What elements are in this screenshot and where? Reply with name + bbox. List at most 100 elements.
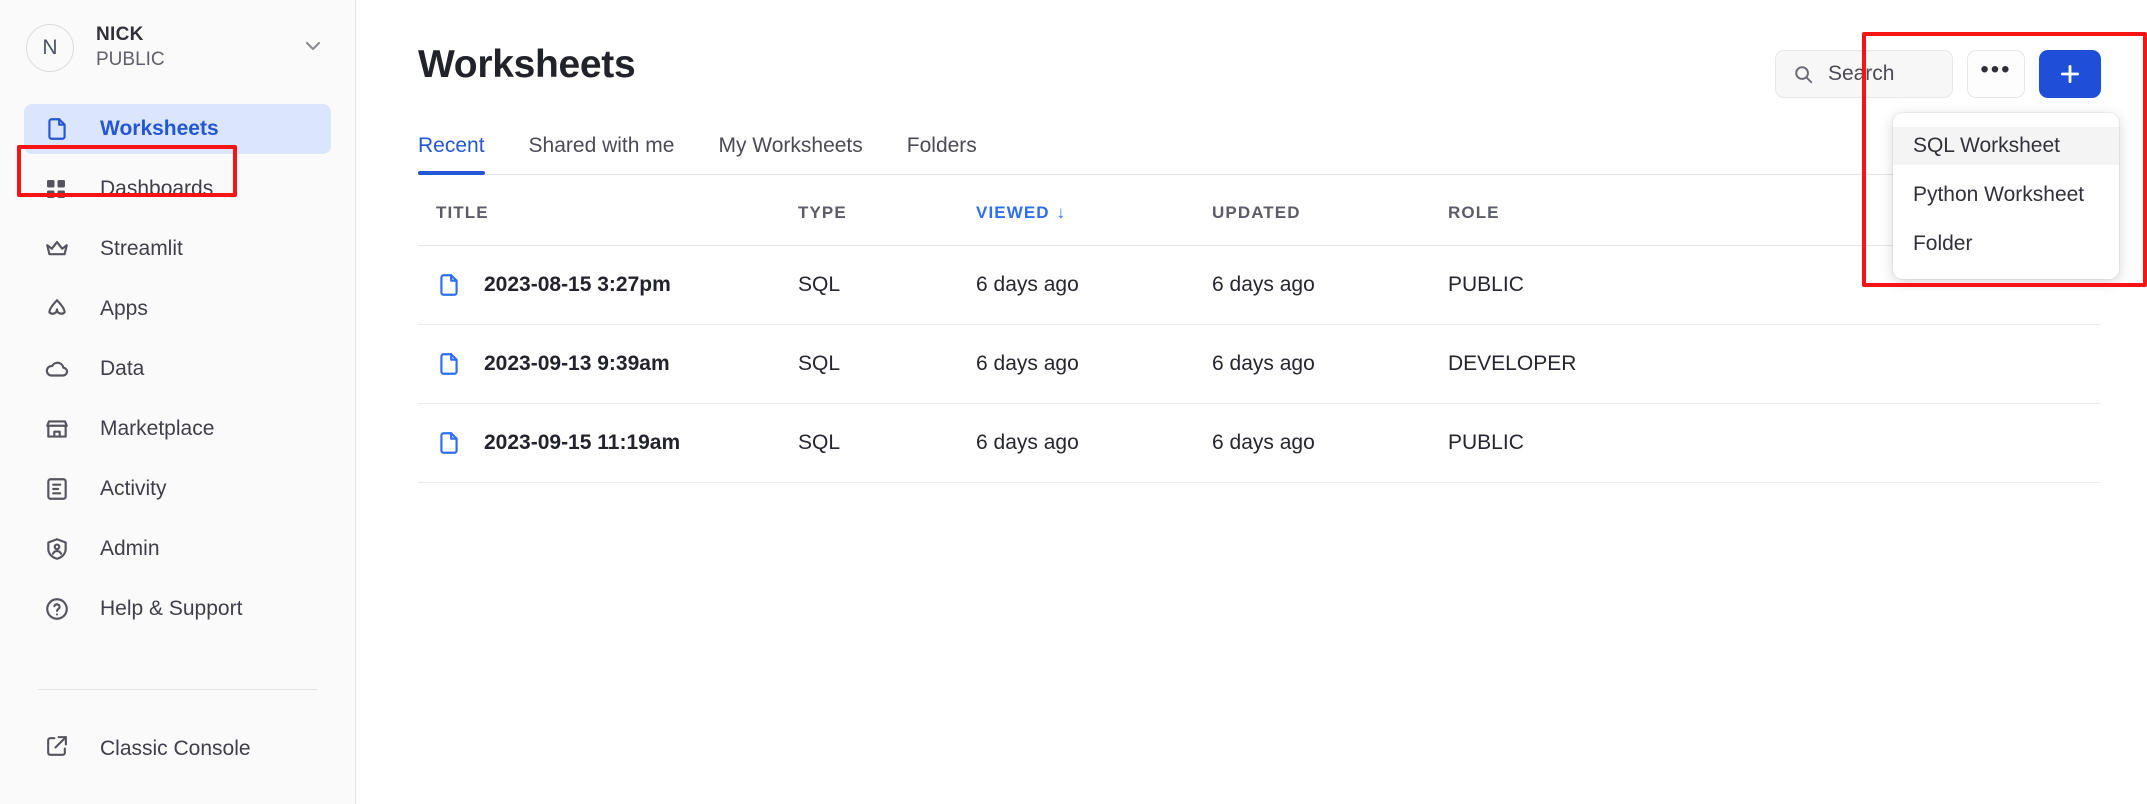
worksheet-title: 2023-09-15 11:19am [484, 431, 680, 455]
menu-item-python-worksheet[interactable]: Python Worksheet [1893, 176, 2119, 214]
column-header-viewed[interactable]: VIEWED ↓ [976, 175, 1212, 246]
worksheet-title: 2023-08-15 3:27pm [484, 273, 671, 297]
table-header-row: TITLE TYPE VIEWED ↓ UPDATED ROLE [418, 175, 2101, 246]
apps-arc-icon [44, 296, 74, 322]
sidebar-item-data[interactable]: Data [24, 344, 331, 394]
classic-console-label: Classic Console [100, 737, 251, 761]
menu-item-label: Folder [1913, 232, 1973, 256]
worksheets-page: N NICK PUBLIC Worksheets [0, 0, 2147, 804]
cell-title[interactable]: 2023-09-15 11:19am [418, 404, 798, 483]
header-actions: Search ••• [1775, 42, 2101, 98]
chevron-down-icon [301, 34, 325, 63]
cell-updated: 6 days ago [1212, 325, 1448, 404]
cell-role: PUBLIC [1448, 404, 1748, 483]
main-content: Worksheets Search ••• [356, 0, 2147, 804]
search-icon [1792, 63, 1814, 85]
sidebar-item-help-support[interactable]: Help & Support [24, 584, 331, 634]
sidebar-item-apps[interactable]: Apps [24, 284, 331, 334]
file-icon [436, 430, 462, 456]
cell-title[interactable]: 2023-08-15 3:27pm [418, 246, 798, 325]
question-circle-icon [44, 596, 74, 622]
sidebar-item-label: Help & Support [100, 597, 242, 621]
storefront-icon [44, 416, 74, 442]
cell-type: SQL [798, 246, 976, 325]
cell-spacer [1748, 325, 2101, 404]
shield-user-icon [44, 536, 74, 562]
account-role: PUBLIC [96, 47, 301, 73]
sidebar-item-admin[interactable]: Admin [24, 524, 331, 574]
plus-icon [2057, 61, 2083, 87]
menu-item-label: SQL Worksheet [1913, 134, 2060, 158]
cell-viewed: 6 days ago [976, 325, 1212, 404]
sidebar: N NICK PUBLIC Worksheets [0, 0, 356, 804]
cell-role: PUBLIC [1448, 246, 1748, 325]
avatar: N [26, 24, 74, 72]
sidebar-divider [38, 689, 317, 690]
sidebar-item-label: Dashboards [100, 177, 213, 201]
cloud-icon [44, 356, 74, 382]
cell-type: SQL [798, 404, 976, 483]
activity-log-icon [44, 476, 74, 502]
sidebar-item-streamlit[interactable]: Streamlit [24, 224, 331, 274]
sidebar-footer: Classic Console [0, 689, 355, 804]
page-title: Worksheets [418, 42, 635, 88]
sidebar-item-activity[interactable]: Activity [24, 464, 331, 514]
cell-updated: 6 days ago [1212, 404, 1448, 483]
cell-updated: 6 days ago [1212, 246, 1448, 325]
table-row[interactable]: 2023-09-13 9:39am SQL 6 days ago 6 days … [418, 325, 2101, 404]
account-switcher[interactable]: N NICK PUBLIC [0, 0, 355, 96]
column-header-title[interactable]: TITLE [418, 175, 798, 246]
worksheets-table: TITLE TYPE VIEWED ↓ UPDATED ROLE [418, 175, 2101, 483]
menu-item-folder[interactable]: Folder [1893, 225, 2119, 263]
cell-viewed: 6 days ago [976, 246, 1212, 325]
sidebar-item-label: Streamlit [100, 237, 183, 261]
tab-my-worksheets[interactable]: My Worksheets [718, 134, 862, 174]
sidebar-nav: Worksheets Dashboards [0, 96, 355, 634]
search-placeholder: Search [1828, 62, 1895, 86]
column-header-updated[interactable]: UPDATED [1212, 175, 1448, 246]
file-icon [436, 351, 462, 377]
menu-item-label: Python Worksheet [1913, 183, 2084, 207]
table-row[interactable]: 2023-08-15 3:27pm SQL 6 days ago 6 days … [418, 246, 2101, 325]
page-header: Worksheets Search ••• [418, 0, 2101, 98]
table-row[interactable]: 2023-09-15 11:19am SQL 6 days ago 6 days… [418, 404, 2101, 483]
classic-console-link[interactable]: Classic Console [24, 724, 331, 774]
ellipsis-icon: ••• [1980, 65, 2011, 75]
column-header-role[interactable]: ROLE [1448, 175, 1748, 246]
sidebar-item-label: Worksheets [100, 117, 219, 141]
crown-icon [44, 236, 74, 262]
cell-role: DEVELOPER [1448, 325, 1748, 404]
sidebar-item-label: Activity [100, 477, 167, 501]
sidebar-item-label: Marketplace [100, 417, 214, 441]
sidebar-item-label: Apps [100, 297, 148, 321]
create-new-button[interactable] [2039, 50, 2101, 98]
file-icon [436, 272, 462, 298]
sidebar-item-dashboards[interactable]: Dashboards [24, 164, 331, 214]
sidebar-item-marketplace[interactable]: Marketplace [24, 404, 331, 454]
table-header: TITLE TYPE VIEWED ↓ UPDATED ROLE [418, 175, 2101, 246]
more-options-button[interactable]: ••• [1967, 50, 2025, 98]
column-header-type[interactable]: TYPE [798, 175, 976, 246]
search-input[interactable]: Search [1775, 50, 1953, 98]
sidebar-item-worksheets[interactable]: Worksheets [24, 104, 331, 154]
cell-viewed: 6 days ago [976, 404, 1212, 483]
file-icon [44, 116, 74, 142]
sidebar-item-label: Data [100, 357, 144, 381]
worksheet-tabs: Recent Shared with me My Worksheets Fold… [418, 134, 2101, 175]
menu-item-sql-worksheet[interactable]: SQL Worksheet [1893, 127, 2119, 165]
tab-recent[interactable]: Recent [418, 134, 485, 174]
arrow-down-icon: ↓ [1057, 203, 1067, 222]
account-name: NICK [96, 23, 301, 47]
grid-icon [44, 177, 74, 201]
tab-folders[interactable]: Folders [907, 134, 977, 174]
create-menu: SQL Worksheet Python Worksheet Folder [1893, 113, 2119, 279]
cell-title[interactable]: 2023-09-13 9:39am [418, 325, 798, 404]
column-header-viewed-label: VIEWED [976, 203, 1050, 222]
sidebar-item-label: Admin [100, 537, 160, 561]
tab-shared-with-me[interactable]: Shared with me [529, 134, 675, 174]
worksheet-title: 2023-09-13 9:39am [484, 352, 670, 376]
cell-type: SQL [798, 325, 976, 404]
table-body: 2023-08-15 3:27pm SQL 6 days ago 6 days … [418, 246, 2101, 483]
cell-spacer [1748, 404, 2101, 483]
external-link-icon [44, 734, 74, 764]
